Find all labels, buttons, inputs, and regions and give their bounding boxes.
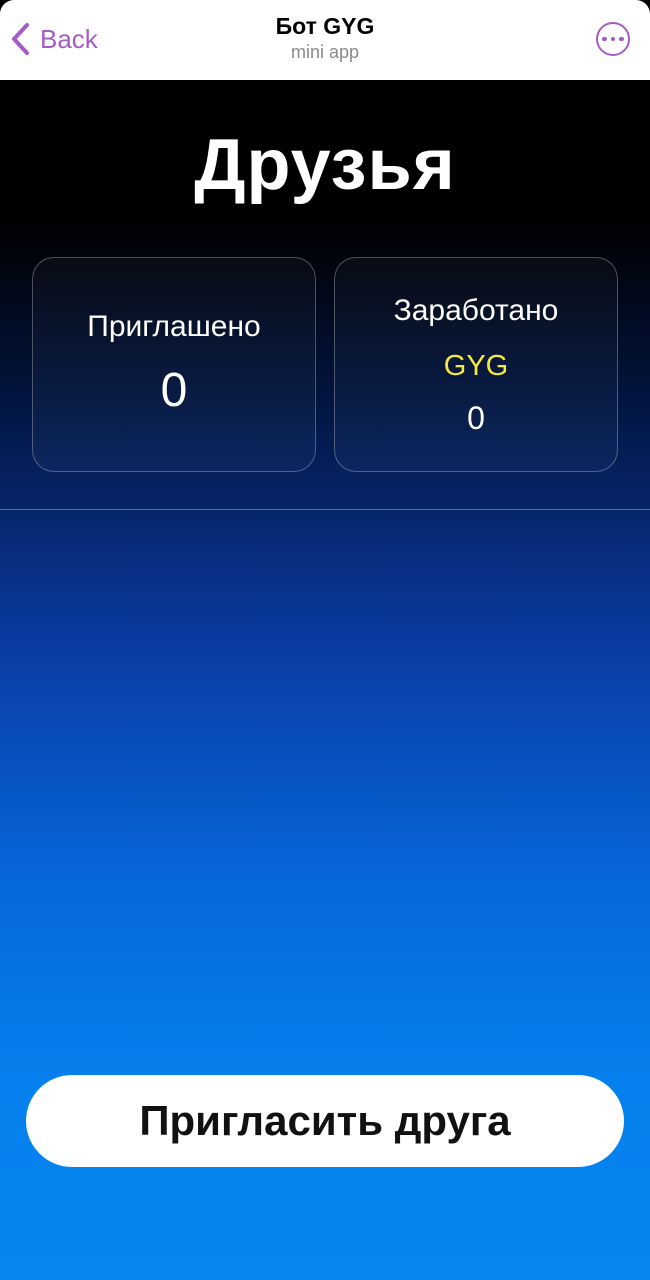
invited-value: 0 [160,364,188,417]
more-dots-icon [602,36,607,42]
divider [0,509,650,510]
earned-currency: GYG [443,350,509,382]
more-button[interactable] [596,22,630,56]
invited-card: Приглашено 0 [32,257,316,472]
bot-subtitle: mini app [290,42,360,62]
earned-card: Заработано GYG 0 [334,257,618,472]
earned-label: Заработано [393,294,559,327]
page-title: Друзья [194,125,456,205]
invited-label: Приглашено [87,310,261,343]
earned-value: 0 [467,400,485,436]
top-bar: Back Бот GYG mini app [0,0,650,80]
invite-friend-button[interactable]: Пригласить друга [26,1075,624,1167]
bot-title: Бот GYG [275,13,375,39]
title-block: Бот GYG mini app [0,12,650,64]
more-dots-icon [610,36,616,42]
more-dots-icon [619,36,624,42]
